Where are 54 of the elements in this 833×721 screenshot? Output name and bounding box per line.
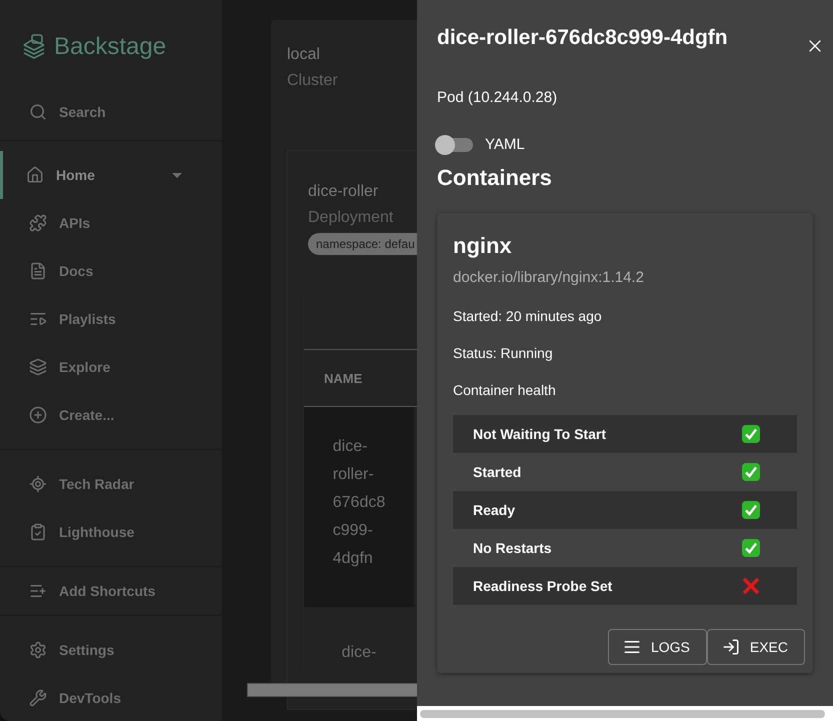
- health-check-label: Started: [473, 464, 522, 480]
- document-icon: [29, 262, 47, 280]
- health-check-label: No Restarts: [473, 540, 552, 556]
- nav-item[interactable]: Explore: [0, 343, 222, 391]
- exec-button[interactable]: EXEC: [706, 629, 805, 665]
- cluster-type: Cluster: [287, 71, 339, 91]
- container-image: docker.io/library/nginx:1.14.2: [453, 269, 645, 286]
- puzzle-icon: [29, 214, 47, 232]
- deployment-type: Deployment: [308, 208, 394, 228]
- health-check-label: Readiness Probe Set: [473, 578, 612, 594]
- nav-item[interactable]: Settings: [0, 626, 222, 674]
- started-text: Started: 20 minutes ago: [453, 308, 603, 324]
- nav-item[interactable]: DevTools: [0, 674, 222, 721]
- table-cell-text: dice-: [342, 643, 376, 663]
- wrench-icon: [29, 689, 47, 707]
- home-icon: [26, 166, 44, 184]
- table-cell-text: dice- roller- 676dc8 c999- 4dgfn: [332, 437, 386, 569]
- status-text: Status: Running: [453, 345, 554, 361]
- nav-item[interactable]: Lighthouse: [0, 508, 222, 556]
- caret-icon[interactable]: [172, 172, 182, 178]
- section-heading: Containers: [437, 165, 553, 191]
- pod-subtitle: Pod (10.244.0.28): [437, 89, 558, 106]
- search-item[interactable]: Search: [0, 94, 222, 130]
- search-icon: [29, 103, 47, 121]
- target-icon: [29, 475, 47, 493]
- login-icon: [722, 638, 740, 656]
- health-check-label: Not Waiting To Start: [473, 426, 606, 442]
- settings-icon: [29, 641, 47, 659]
- deployment-name: dice-roller: [308, 182, 380, 202]
- plus-circle-icon: [29, 406, 47, 424]
- toggle-label: YAML: [485, 136, 525, 153]
- health-check-label: Ready: [473, 502, 516, 518]
- drawer-title: dice-roller-676dc8c999-4dgfn: [437, 26, 728, 50]
- yaml-toggle[interactable]: [437, 138, 473, 152]
- scrollbar[interactable]: [247, 683, 417, 697]
- logo-text[interactable]: Backstage: [54, 33, 166, 61]
- playlist-icon: [29, 310, 47, 328]
- namespace-chip: namespace: defau: [308, 233, 417, 255]
- nav-item[interactable]: Create...: [0, 391, 222, 439]
- lines-icon: [622, 638, 641, 656]
- nav-item[interactable]: Add Shortcuts: [0, 567, 222, 615]
- scrollbar[interactable]: [420, 710, 825, 718]
- health-label: Container health: [453, 382, 557, 398]
- nav-item[interactable]: Docs: [0, 247, 222, 295]
- container-name: nginx: [453, 233, 513, 259]
- logs-button[interactable]: LOGS: [608, 629, 707, 665]
- nav-item[interactable]: Tech Radar: [0, 460, 222, 508]
- nav-item[interactable]: APIs: [0, 199, 222, 247]
- playlist-add-icon: [29, 582, 47, 600]
- nav-item[interactable]: Playlists: [0, 295, 222, 343]
- layers-icon: [29, 358, 47, 376]
- clipboard-check-icon: [29, 523, 47, 541]
- logo-icon: [22, 33, 46, 61]
- cluster-name: local: [287, 45, 321, 65]
